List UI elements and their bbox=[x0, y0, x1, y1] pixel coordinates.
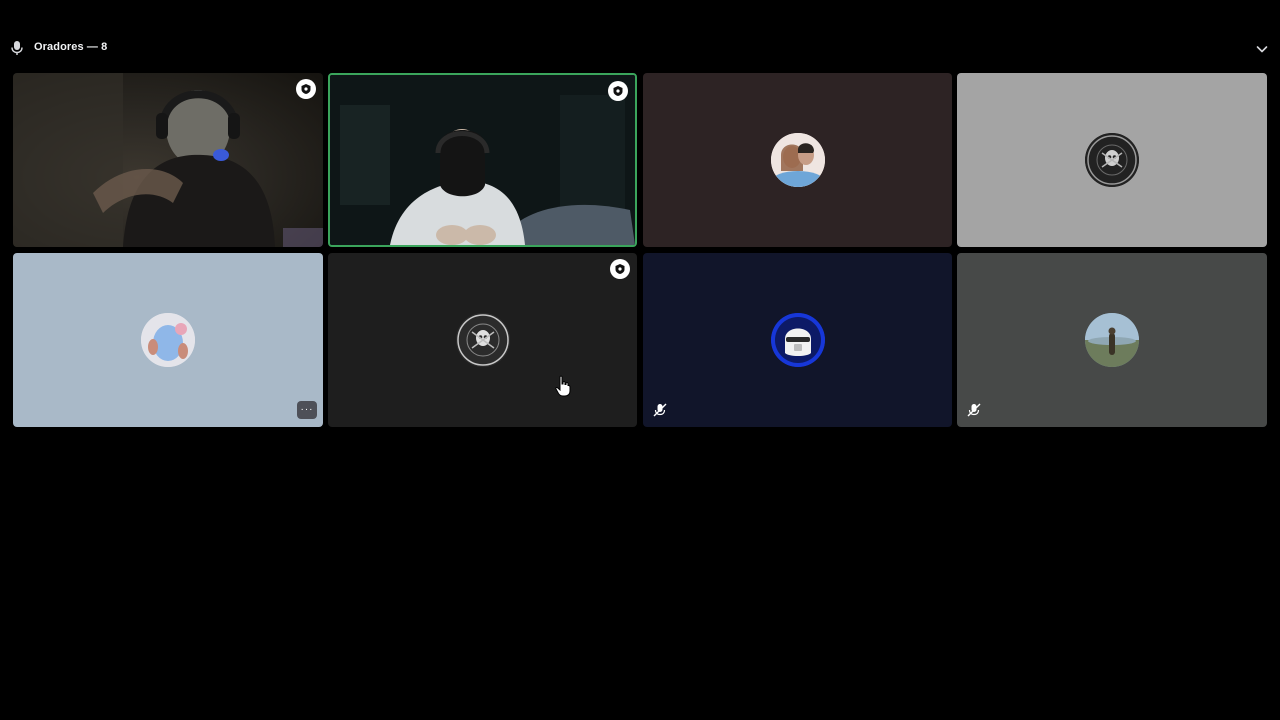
participant-tile-video-2[interactable] bbox=[328, 73, 637, 247]
chevron-down-icon[interactable] bbox=[1254, 41, 1270, 57]
moderator-badge-icon bbox=[296, 79, 316, 99]
video-feed bbox=[330, 75, 635, 245]
participant-tile-6[interactable] bbox=[328, 253, 637, 427]
muted-microphone-icon bbox=[967, 403, 981, 417]
stage-speakers-title: Oradores — 8 bbox=[34, 41, 108, 53]
avatar bbox=[770, 133, 825, 187]
video-feed bbox=[13, 73, 323, 247]
avatar bbox=[1085, 313, 1139, 367]
avatar bbox=[770, 313, 825, 367]
muted-microphone-icon bbox=[653, 403, 667, 417]
participant-tile-video-1[interactable] bbox=[13, 73, 323, 247]
participant-tile-4[interactable] bbox=[957, 73, 1267, 247]
hand-cursor-icon bbox=[555, 375, 571, 397]
avatar bbox=[141, 313, 195, 367]
more-options-button[interactable]: ··· bbox=[297, 401, 317, 419]
avatar bbox=[455, 313, 510, 367]
avatar bbox=[1085, 133, 1139, 187]
participant-tile-7[interactable] bbox=[643, 253, 952, 427]
moderator-badge-icon bbox=[608, 81, 628, 101]
more-options-icon: ··· bbox=[300, 404, 314, 415]
stage-header: Oradores — 8 bbox=[0, 36, 1280, 60]
moderator-badge-icon bbox=[610, 259, 630, 279]
microphone-icon bbox=[11, 41, 23, 55]
participant-tile-3[interactable] bbox=[643, 73, 952, 247]
participant-tile-8[interactable] bbox=[957, 253, 1267, 427]
participant-tile-5[interactable]: ··· bbox=[13, 253, 323, 427]
